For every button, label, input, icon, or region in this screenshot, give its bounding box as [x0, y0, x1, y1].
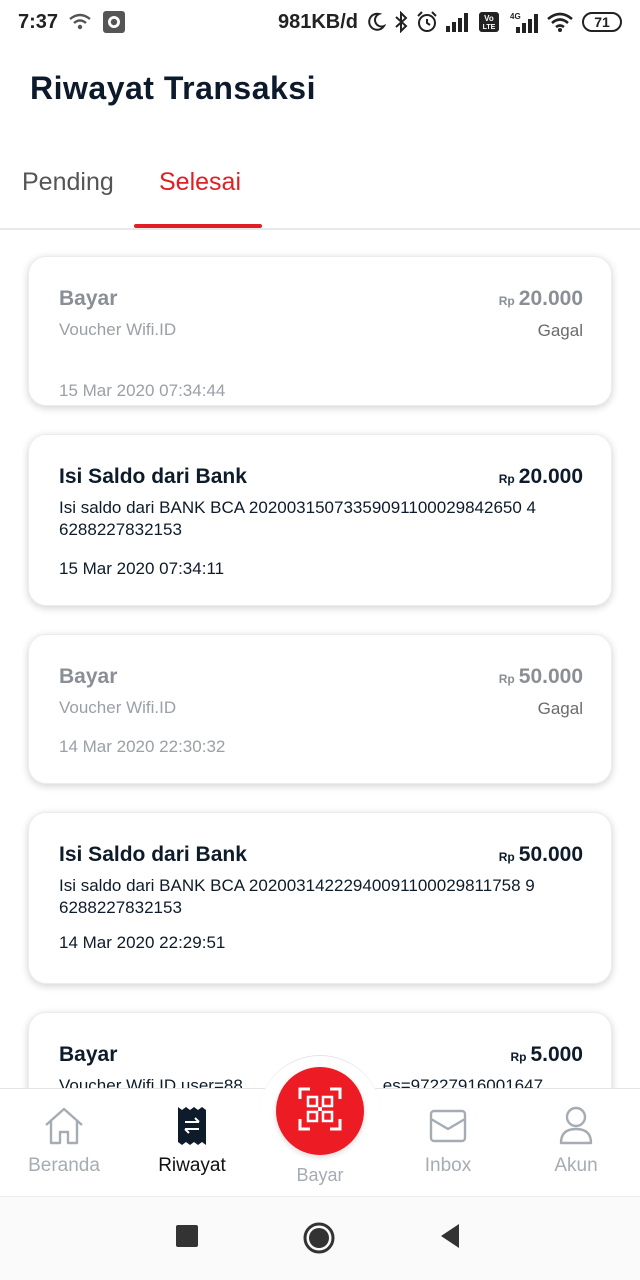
tab-selesai[interactable]: Selesai: [159, 168, 241, 197]
nav-label: Akun: [554, 1155, 598, 1176]
transaction-amount: Rp 50.000: [499, 843, 583, 867]
transaction-amount: Rp 20.000: [499, 287, 583, 311]
transaction-status: Gagal: [537, 321, 583, 340]
transaction-title: Bayar: [59, 1043, 118, 1066]
transaction-card[interactable]: Bayar Rp 20.000 Voucher Wifi.ID Gagal 15 …: [28, 256, 612, 406]
transaction-title: Bayar: [59, 665, 118, 688]
transaction-description: Isi saldo dari BANK BCA 2020031507335909…: [59, 498, 537, 539]
network-speed: 981KB/d: [277, 10, 358, 33]
receipt-icon: [137, 1103, 247, 1149]
transaction-date: 15 Mar 2020 07:34:11: [59, 559, 225, 578]
system-nav-bar: [0, 1196, 640, 1280]
transaction-card[interactable]: Isi Saldo dari Bank Rp 50.000 Isi saldo d…: [28, 812, 612, 984]
qr-scan-icon: [298, 1087, 342, 1136]
nav-riwayat[interactable]: Riwayat: [137, 1103, 247, 1177]
transaction-amount: Rp 50.000: [499, 665, 583, 689]
transaction-title: Bayar: [59, 287, 118, 310]
amount-value: 20.000: [518, 287, 583, 310]
svg-text:4G: 4G: [510, 12, 521, 21]
home-button[interactable]: [303, 1222, 335, 1259]
nav-label: Beranda: [28, 1155, 100, 1176]
home-icon: [9, 1103, 119, 1149]
transaction-card[interactable]: Isi Saldo dari Bank Rp 20.000 Isi saldo d…: [28, 434, 612, 606]
nav-akun[interactable]: Akun: [521, 1103, 631, 1177]
transaction-date: 15 Mar 2020 07:34:44: [59, 381, 226, 400]
currency-label: Rp: [498, 472, 515, 486]
transaction-description: Isi saldo dari BANK BCA 2020031422294009…: [59, 876, 535, 917]
tab-pending[interactable]: Pending: [22, 168, 114, 197]
mail-icon: [393, 1103, 503, 1149]
transaction-description: Voucher Wifi.ID: [59, 698, 177, 717]
signal-icon: [446, 12, 470, 32]
alarm-icon: [416, 11, 438, 33]
currency-label: Rp: [498, 294, 515, 308]
tab-bar: Pending Selesai: [0, 150, 640, 230]
nav-inbox[interactable]: Inbox: [393, 1103, 503, 1177]
amount-value: 50.000: [518, 843, 583, 866]
transaction-amount: Rp 20.000: [499, 465, 583, 489]
moon-icon: [366, 12, 386, 32]
transaction-list[interactable]: Bayar Rp 20.000 Voucher Wifi.ID Gagal 15 …: [0, 232, 640, 1088]
battery-indicator: 71: [582, 12, 622, 32]
transaction-description: Voucher Wifi.ID: [59, 320, 177, 339]
currency-label: Rp: [498, 672, 515, 686]
status-time: 7:37: [18, 10, 59, 33]
transaction-title: Isi Saldo dari Bank: [59, 843, 247, 866]
status-bar: 7:37 981KB/d Vo LTE 4G 71: [0, 0, 640, 44]
screen-record-icon: [102, 10, 126, 34]
svg-text:Vo: Vo: [484, 14, 494, 23]
transaction-amount: Rp 5.000: [510, 1043, 583, 1067]
volte-icon: Vo LTE: [478, 11, 500, 33]
amount-value: 5.000: [530, 1043, 583, 1066]
transaction-card[interactable]: Bayar Rp 50.000 Voucher Wifi.ID Gagal 14 …: [28, 634, 612, 784]
recents-button[interactable]: [176, 1225, 198, 1252]
bayar-button[interactable]: [276, 1067, 364, 1155]
nav-label: Inbox: [424, 1155, 472, 1176]
wifi-icon: [546, 11, 574, 33]
bluetooth-icon: [394, 11, 408, 33]
page-title: Riwayat Transaksi: [30, 70, 316, 106]
wifi-calling-icon: [68, 12, 92, 32]
transaction-date: 14 Mar 2020 22:29:51: [59, 933, 226, 952]
description-head: Voucher Wifi.ID user=88: [59, 1076, 243, 1088]
currency-label: Rp: [510, 1050, 527, 1064]
transaction-date: 14 Mar 2020 22:30:32: [59, 737, 226, 756]
description-tail: es=97227916001647: [382, 1076, 544, 1088]
amount-value: 50.000: [518, 665, 583, 688]
currency-label: Rp: [498, 850, 515, 864]
signal-4g-icon: 4G: [508, 11, 538, 33]
user-icon: [521, 1103, 631, 1149]
nav-beranda[interactable]: Beranda: [9, 1103, 119, 1177]
active-tab-indicator: [134, 224, 262, 228]
svg-text:LTE: LTE: [483, 24, 496, 31]
bottom-nav: Beranda Riwayat Bayar Inbox Akun: [0, 1055, 640, 1196]
back-button[interactable]: [439, 1223, 461, 1254]
transaction-title: Isi Saldo dari Bank: [59, 465, 247, 488]
transaction-status: Gagal: [537, 699, 583, 718]
bayar-label: Bayar: [296, 1165, 344, 1185]
nav-label: Riwayat: [158, 1155, 226, 1176]
amount-value: 20.000: [518, 465, 583, 488]
